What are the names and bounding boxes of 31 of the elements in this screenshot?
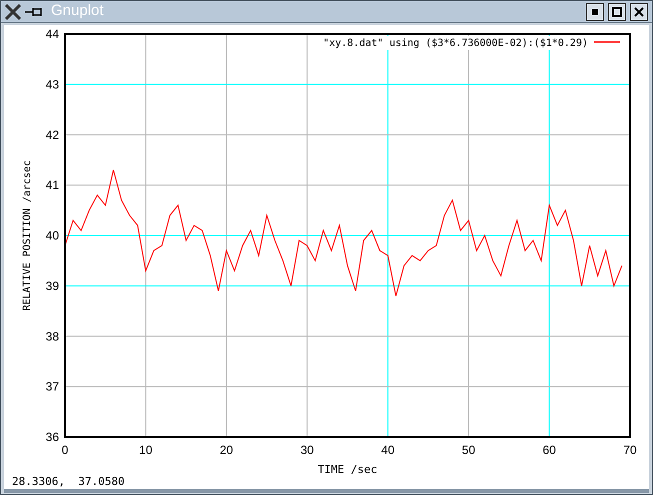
pin-icon[interactable] — [25, 6, 43, 16]
tick-label: 10 — [139, 443, 152, 457]
axis-title: TIME /sec — [318, 463, 378, 475]
tick-label: 60 — [542, 443, 556, 457]
close-button[interactable] — [630, 2, 648, 20]
tick-label: 36 — [46, 430, 59, 444]
tick-label: 41 — [46, 178, 59, 192]
tick-label: 40 — [46, 228, 59, 242]
cursor-coordinates: 28.3306, 37.0580 — [12, 474, 125, 490]
legend-label: "xy.8.dat" using ($3*6.736000E-02):($1*0.29) — [323, 38, 588, 49]
tick-label: 30 — [300, 443, 314, 457]
tick-label: 20 — [220, 443, 234, 457]
maximize-icon — [612, 6, 622, 16]
tick-label: 37 — [46, 380, 59, 394]
x-logo-icon[interactable] — [5, 4, 21, 20]
window-title: Gnuplot — [51, 1, 105, 22]
tick-label: 44 — [46, 27, 59, 41]
tick-label: 39 — [46, 278, 59, 293]
minimize-button[interactable] — [586, 2, 604, 20]
tick-label: 40 — [381, 443, 395, 457]
close-icon — [634, 6, 644, 16]
tick-label: 0 — [62, 443, 68, 457]
tick-label: 38 — [46, 329, 59, 344]
tick-label: 50 — [462, 443, 476, 457]
tick-label: 43 — [46, 77, 59, 92]
minimize-icon — [592, 8, 598, 14]
maximize-button[interactable] — [608, 2, 626, 20]
tick-label: 70 — [623, 443, 637, 457]
legend-line-sample — [594, 41, 620, 43]
tick-label: 42 — [46, 128, 59, 142]
axis-title: RELATIVE POSITION /arcsec — [22, 160, 33, 311]
